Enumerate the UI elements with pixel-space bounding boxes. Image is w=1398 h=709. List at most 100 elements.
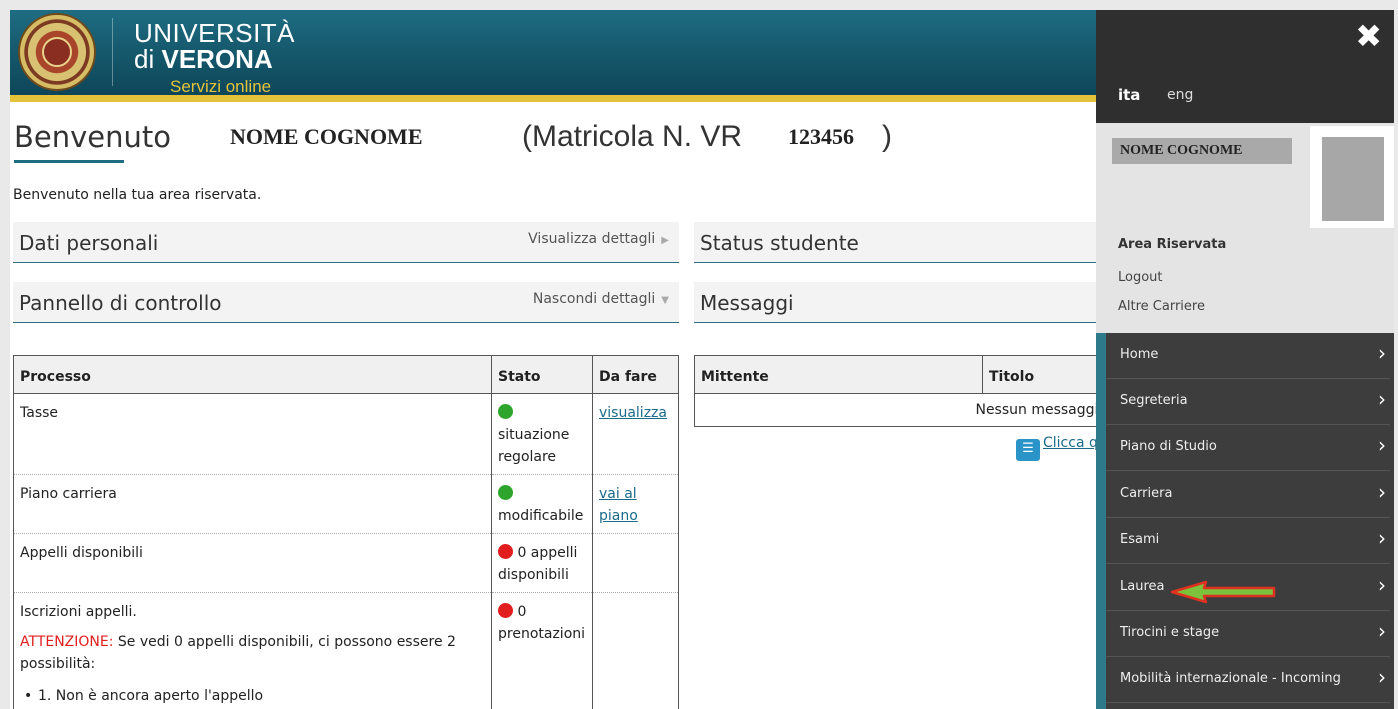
student-name: NOME COGNOME <box>230 124 423 149</box>
matricola-close: ) <box>882 120 892 153</box>
column-header: Stato <box>491 355 593 394</box>
section-pannello-controllo[interactable]: Pannello di controllo Nascondi dettagli ▼ <box>13 282 679 323</box>
menu-label: Segreteria <box>1120 393 1188 408</box>
chevron-right-icon: › <box>1378 573 1386 597</box>
welcome-intro: Benvenuto nella tua area riservata. <box>13 187 262 203</box>
process-name-cell: Iscrizioni appelli. ATTENZIONE: Se vedi … <box>13 592 492 709</box>
brand-line-2: di VERONA <box>134 44 273 74</box>
status-red-icon <box>498 544 513 559</box>
chevron-right-icon: › <box>1378 341 1386 365</box>
header-stripe <box>10 95 1096 102</box>
table-row: Iscrizioni appelli. ATTENZIONE: Se vedi … <box>13 592 679 709</box>
section-title: Pannello di controllo <box>19 291 222 315</box>
chevron-right-icon: › <box>1378 526 1386 550</box>
menu-label: Esami <box>1120 532 1160 547</box>
status-green-icon <box>498 404 513 419</box>
university-seal-icon <box>18 13 96 91</box>
column-header: Titolo <box>982 355 1114 394</box>
section-dati-personali[interactable]: Dati personali Visualizza dettagli ▶ <box>13 222 679 263</box>
menu-label: Laurea <box>1120 579 1165 594</box>
brand-separator <box>112 18 113 86</box>
column-header: Mittente <box>694 355 983 394</box>
header-banner: UNIVERSITÀ di VERONA Servizi online <box>10 10 1096 96</box>
message-list-icon: ☰ <box>1016 439 1040 461</box>
action-cell: visualizza <box>592 393 679 475</box>
title-underline <box>14 160 124 163</box>
column-header: Da fare <box>592 355 679 394</box>
table-row: Nessun messaggio <box>694 393 1114 427</box>
table-header-row: Mittente Titolo <box>694 355 1114 394</box>
menu-item-segreteria[interactable]: Segreteria › <box>1106 379 1390 425</box>
annotation-arrow-icon <box>1170 580 1276 604</box>
view-taxes-link[interactable]: visualizza <box>599 405 667 421</box>
messages-link[interactable]: ☰ Clicca q <box>1016 435 1098 461</box>
menu-item-mobilita[interactable]: Mobilità internazionale - Incoming › <box>1106 657 1390 703</box>
triangle-down-icon: ▼ <box>661 295 669 306</box>
table-row: Tasse situazione regolare visualizza <box>13 393 679 475</box>
side-menu-panel: ✖ ita eng NOME COGNOME Area Riservata Lo… <box>1096 10 1394 709</box>
status-cell: 0 prenotazioni <box>491 592 593 709</box>
menu-item-piano-studio[interactable]: Piano di Studio › <box>1106 425 1390 471</box>
language-eng[interactable]: eng <box>1167 87 1193 103</box>
status-cell: situazione regolare <box>491 393 593 475</box>
action-cell <box>592 533 679 593</box>
empty-message: Nessun messaggio <box>694 393 1114 427</box>
chevron-right-icon: › <box>1378 387 1386 411</box>
close-icon[interactable]: ✖ <box>1355 16 1382 56</box>
brand-line-3: Servizi online <box>170 77 272 96</box>
go-to-plan-link[interactable]: vai al piano <box>599 486 638 524</box>
triangle-right-icon: ▶ <box>661 235 669 246</box>
list-item: 1. Non è ancora aperto l'appello <box>20 685 485 707</box>
chevron-right-icon: › <box>1378 665 1386 689</box>
area-riservata-link[interactable]: Area Riservata <box>1118 237 1226 252</box>
matricola-label: (Matricola N. VR <box>522 120 743 153</box>
action-cell <box>592 592 679 709</box>
menu-item-carriera[interactable]: Carriera › <box>1106 472 1390 518</box>
messages-link-text[interactable]: Clicca q <box>1043 435 1098 451</box>
section-title: Messaggi <box>700 291 794 315</box>
page-title: Benvenuto <box>14 120 171 154</box>
menu-accent-bar <box>1096 333 1106 709</box>
status-cell: 0 appelli disponibili <box>491 533 593 593</box>
messages-table: Mittente Titolo Nessun messaggio <box>694 355 1114 427</box>
menu-item-esami[interactable]: Esami › <box>1106 518 1390 564</box>
table-header-row: Processo Stato Da fare <box>13 355 679 394</box>
section-title: Status studente <box>700 231 859 255</box>
chevron-right-icon: › <box>1378 433 1386 457</box>
menu-label: Home <box>1120 347 1159 362</box>
warning-text: ATTENZIONE: Se vedi 0 appelli disponibil… <box>20 634 456 672</box>
avatar <box>1310 126 1394 228</box>
chevron-right-icon: › <box>1378 480 1386 504</box>
action-cell: vai al piano <box>592 474 679 534</box>
matricola-number: 123456 <box>788 124 854 149</box>
brand-line-1: UNIVERSITÀ <box>134 18 296 48</box>
menu-label: Piano di Studio <box>1120 439 1217 454</box>
menu-label: Mobilità internazionale - Incoming <box>1120 671 1341 686</box>
section-title: Dati personali <box>19 231 159 255</box>
menu-label: Tirocini e stage <box>1120 625 1220 640</box>
table-row: Appelli disponibili 0 appelli disponibil… <box>13 533 679 593</box>
status-cell: modificabile <box>491 474 593 534</box>
table-row: Piano carriera modificabile vai al piano <box>13 474 679 534</box>
process-name: Tasse <box>13 393 492 475</box>
process-table: Processo Stato Da fare Tasse situazione … <box>13 355 679 709</box>
status-green-icon <box>498 485 513 500</box>
page: UNIVERSITÀ di VERONA Servizi online Benv… <box>10 10 1394 709</box>
section-status-studente[interactable]: Status studente <box>694 222 1096 263</box>
hide-details-button[interactable]: Nascondi dettagli ▼ <box>533 291 669 307</box>
logout-link[interactable]: Logout <box>1118 270 1163 285</box>
status-red-icon <box>498 603 513 618</box>
profile-name: NOME COGNOME <box>1112 138 1292 164</box>
show-details-button[interactable]: Visualizza dettagli ▶ <box>528 231 669 247</box>
other-careers-link[interactable]: Altre Carriere <box>1118 299 1205 314</box>
menu-label: Carriera <box>1120 486 1173 501</box>
section-messaggi[interactable]: Messaggi <box>694 282 1096 323</box>
process-name: Piano carriera <box>13 474 492 534</box>
panel-top: ✖ ita eng <box>1096 10 1394 123</box>
column-header: Processo <box>13 355 492 394</box>
language-ita[interactable]: ita <box>1118 86 1140 104</box>
menu-item-tirocini[interactable]: Tirocini e stage › <box>1106 611 1390 657</box>
menu-item-home[interactable]: Home › <box>1106 333 1390 379</box>
process-name: Appelli disponibili <box>13 533 492 593</box>
chevron-right-icon: › <box>1378 619 1386 643</box>
